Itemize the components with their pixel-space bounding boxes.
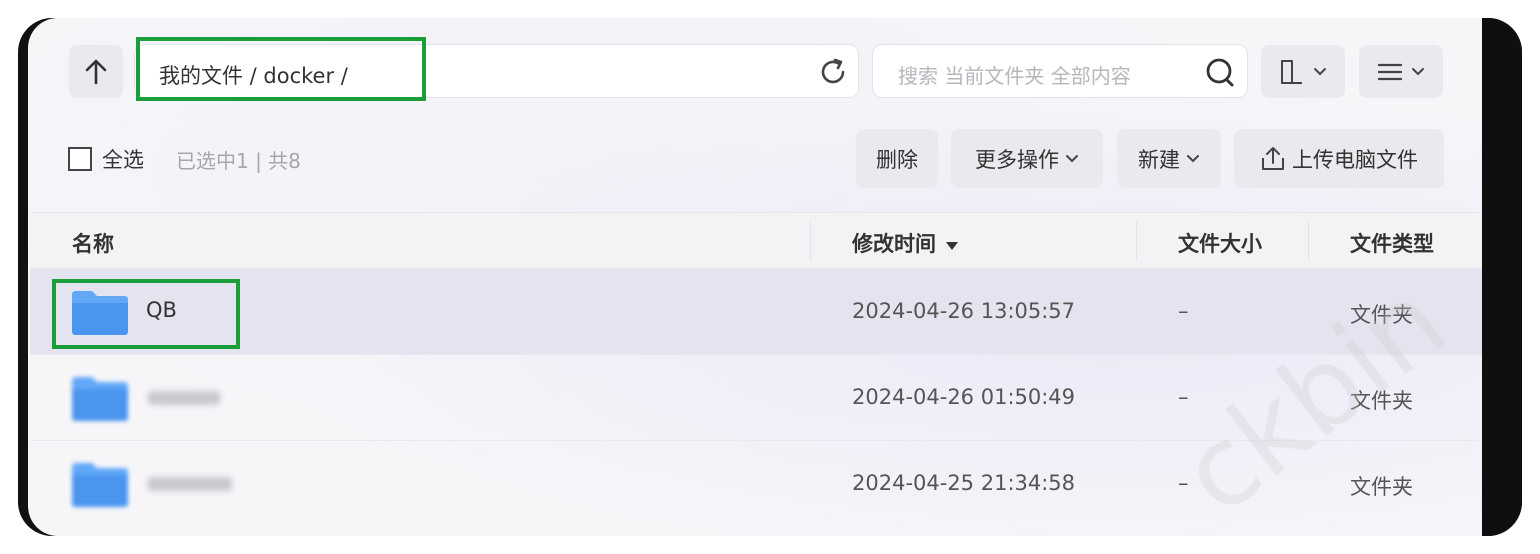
table-row[interactable]: QB 2024-04-26 13:05:57 – 文件夹: [30, 268, 1482, 354]
delete-button[interactable]: 删除: [856, 129, 938, 188]
upload-icon: [1262, 146, 1284, 170]
blurred-file-name[interactable]: [148, 391, 220, 405]
column-divider[interactable]: [810, 221, 811, 261]
column-divider[interactable]: [1136, 221, 1137, 261]
app-window: 我的文件 / docker / 搜索 当前文件夹 全部内容 全选 已选中1 | …: [18, 18, 1522, 536]
chevron-down-icon: [1412, 67, 1424, 75]
view-mode-dropdown[interactable]: [1261, 45, 1345, 98]
column-divider[interactable]: [1308, 221, 1309, 261]
delete-label: 删除: [876, 147, 918, 172]
column-name[interactable]: 名称: [72, 228, 114, 258]
file-size: –: [1178, 385, 1189, 409]
upload-button[interactable]: 上传电脑文件: [1234, 129, 1444, 188]
row-highlight-box: [52, 279, 240, 349]
select-all-checkbox[interactable]: [68, 147, 92, 171]
search-placeholder: 搜索 当前文件夹 全部内容: [898, 64, 1131, 88]
column-type[interactable]: 文件类型: [1350, 228, 1434, 258]
file-manager-panel: 我的文件 / docker / 搜索 当前文件夹 全部内容 全选 已选中1 | …: [28, 18, 1482, 536]
table-header: 名称 修改时间 文件大小 文件类型: [30, 212, 1482, 268]
modified-time: 2024-04-26 13:05:57: [852, 299, 1076, 323]
search-input[interactable]: 搜索 当前文件夹 全部内容: [872, 44, 1248, 98]
column-modified[interactable]: 修改时间: [852, 228, 959, 258]
selection-count: 已选中1 | 共8: [176, 149, 301, 173]
sort-menu-dropdown[interactable]: [1359, 45, 1443, 98]
more-actions-label: 更多操作: [975, 147, 1059, 172]
column-size[interactable]: 文件大小: [1178, 228, 1262, 258]
more-actions-button[interactable]: 更多操作: [951, 129, 1103, 188]
modified-time: 2024-04-25 21:34:58: [852, 471, 1076, 495]
column-modified-label: 修改时间: [852, 232, 936, 256]
folder-icon: [72, 377, 128, 421]
path-highlight-box: [136, 37, 426, 101]
file-size: –: [1178, 299, 1189, 323]
window-edge: [1482, 18, 1522, 536]
upload-label: 上传电脑文件: [1292, 147, 1418, 172]
go-up-button[interactable]: [69, 45, 123, 98]
view-mode-icon: [1281, 59, 1302, 84]
chevron-down-icon: [1066, 154, 1078, 162]
select-all-label[interactable]: 全选: [102, 144, 144, 174]
folder-icon: [72, 463, 128, 507]
blurred-file-name[interactable]: [148, 477, 232, 491]
search-icon[interactable]: [1205, 57, 1237, 89]
chevron-down-icon: [1314, 67, 1326, 75]
sort-desc-icon: [946, 242, 959, 250]
new-button[interactable]: 新建: [1117, 129, 1221, 188]
arrow-up-icon: [85, 59, 107, 84]
chevron-down-icon: [1187, 154, 1199, 162]
new-label: 新建: [1138, 147, 1180, 172]
list-menu-icon: [1377, 63, 1403, 80]
file-type: 文件夹: [1350, 475, 1413, 499]
modified-time: 2024-04-26 01:50:49: [852, 385, 1076, 409]
refresh-icon[interactable]: [818, 57, 848, 87]
